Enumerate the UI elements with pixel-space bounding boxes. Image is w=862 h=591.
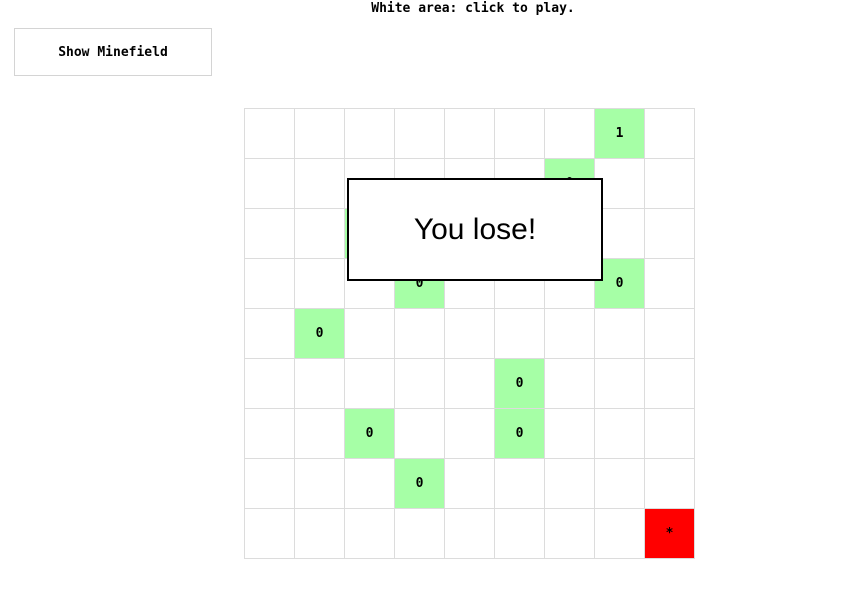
- hidden-cell[interactable]: [595, 309, 645, 359]
- hidden-cell[interactable]: [545, 359, 595, 409]
- game-over-message: You lose!: [347, 178, 603, 281]
- hidden-cell[interactable]: [245, 159, 295, 209]
- hidden-cell[interactable]: [395, 409, 445, 459]
- hidden-cell[interactable]: [395, 309, 445, 359]
- hidden-cell[interactable]: [645, 159, 695, 209]
- hidden-cell[interactable]: [345, 359, 395, 409]
- revealed-cell[interactable]: 0: [295, 309, 345, 359]
- hidden-cell[interactable]: [545, 509, 595, 559]
- hidden-cell[interactable]: [245, 409, 295, 459]
- hidden-cell[interactable]: [245, 309, 295, 359]
- hidden-cell[interactable]: [395, 359, 445, 409]
- hidden-cell[interactable]: [295, 259, 345, 309]
- hidden-cell[interactable]: [295, 209, 345, 259]
- hidden-cell[interactable]: [295, 459, 345, 509]
- hidden-cell[interactable]: [645, 109, 695, 159]
- hidden-cell[interactable]: [445, 409, 495, 459]
- hidden-cell[interactable]: [645, 409, 695, 459]
- hidden-cell[interactable]: [345, 309, 395, 359]
- hidden-cell[interactable]: [495, 459, 545, 509]
- hidden-cell[interactable]: [645, 359, 695, 409]
- hidden-cell[interactable]: [245, 259, 295, 309]
- hidden-cell[interactable]: [595, 409, 645, 459]
- hidden-cell[interactable]: [295, 109, 345, 159]
- hidden-cell[interactable]: [495, 309, 545, 359]
- hidden-cell[interactable]: [245, 509, 295, 559]
- minefield-grid: 1000000000*: [244, 108, 695, 559]
- revealed-cell[interactable]: 0: [345, 409, 395, 459]
- hidden-cell[interactable]: [595, 459, 645, 509]
- instructions-text: White area: click to play.: [371, 1, 575, 16]
- hidden-cell[interactable]: [395, 109, 445, 159]
- hidden-cell[interactable]: [645, 259, 695, 309]
- revealed-cell[interactable]: 0: [495, 409, 545, 459]
- hidden-cell[interactable]: [245, 209, 295, 259]
- hidden-cell[interactable]: [545, 309, 595, 359]
- hidden-cell[interactable]: [645, 309, 695, 359]
- hidden-cell[interactable]: [295, 159, 345, 209]
- hidden-cell[interactable]: [545, 459, 595, 509]
- hidden-cell[interactable]: [245, 359, 295, 409]
- hidden-cell[interactable]: [445, 459, 495, 509]
- revealed-cell[interactable]: 1: [595, 109, 645, 159]
- hidden-cell[interactable]: [345, 459, 395, 509]
- hidden-cell[interactable]: [495, 509, 545, 559]
- hidden-cell[interactable]: [445, 359, 495, 409]
- revealed-cell[interactable]: 0: [395, 459, 445, 509]
- hidden-cell[interactable]: [495, 109, 545, 159]
- hidden-cell[interactable]: [295, 359, 345, 409]
- hidden-cell[interactable]: [645, 209, 695, 259]
- hidden-cell[interactable]: [345, 509, 395, 559]
- mine-cell[interactable]: *: [645, 509, 695, 559]
- hidden-cell[interactable]: [395, 509, 445, 559]
- hidden-cell[interactable]: [345, 109, 395, 159]
- hidden-cell[interactable]: [295, 509, 345, 559]
- hidden-cell[interactable]: [595, 509, 645, 559]
- hidden-cell[interactable]: [545, 109, 595, 159]
- hidden-cell[interactable]: [445, 509, 495, 559]
- hidden-cell[interactable]: [445, 109, 495, 159]
- hidden-cell[interactable]: [545, 409, 595, 459]
- revealed-cell[interactable]: 0: [495, 359, 545, 409]
- hidden-cell[interactable]: [245, 459, 295, 509]
- show-minefield-button[interactable]: Show Minefield: [14, 28, 212, 76]
- hidden-cell[interactable]: [245, 109, 295, 159]
- hidden-cell[interactable]: [295, 409, 345, 459]
- hidden-cell[interactable]: [645, 459, 695, 509]
- hidden-cell[interactable]: [595, 359, 645, 409]
- hidden-cell[interactable]: [445, 309, 495, 359]
